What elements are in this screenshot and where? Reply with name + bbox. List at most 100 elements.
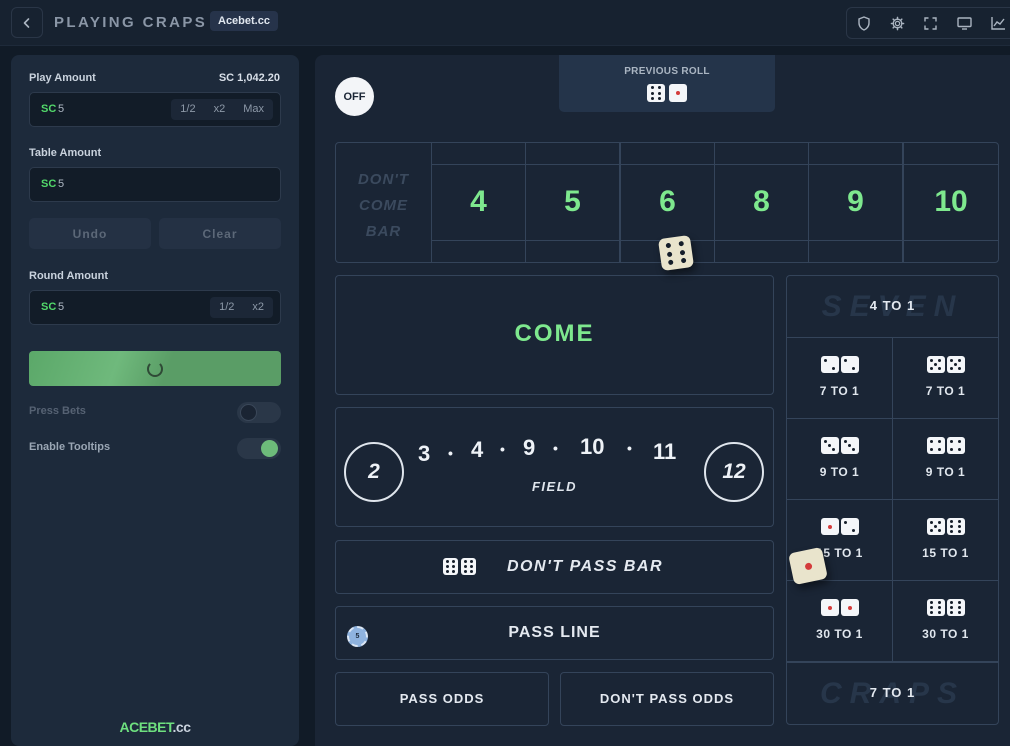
round-amount-label: Round Amount bbox=[29, 270, 109, 282]
stats-button[interactable] bbox=[981, 8, 1010, 38]
rolling-die bbox=[657, 234, 695, 272]
max-button[interactable]: Max bbox=[234, 99, 273, 120]
place-bet-4[interactable]: 4 bbox=[431, 142, 526, 263]
proposition-bet[interactable]: 30 TO 1 bbox=[786, 580, 893, 662]
payout-label: 30 TO 1 bbox=[922, 627, 969, 641]
fullscreen-icon bbox=[924, 16, 938, 30]
buy-band[interactable] bbox=[526, 143, 619, 165]
die-face-5-icon bbox=[926, 518, 945, 535]
payout-label: 9 TO 1 bbox=[925, 465, 966, 479]
dont-come-bar-bet[interactable]: DON'T COME BAR bbox=[335, 142, 432, 263]
die-face-1-icon bbox=[820, 518, 839, 535]
dice-pair bbox=[893, 437, 998, 454]
double-button[interactable]: x2 bbox=[243, 297, 273, 318]
bet-chip[interactable]: 5 bbox=[347, 626, 368, 647]
round-amount-input[interactable]: SC 5 1/2 x2 bbox=[29, 290, 281, 325]
press-bets-toggle[interactable] bbox=[237, 402, 281, 423]
undo-button[interactable]: Undo bbox=[29, 218, 151, 249]
buy-band[interactable] bbox=[432, 143, 525, 165]
die-face-6-icon bbox=[443, 558, 458, 575]
press-bets-label: Press Bets bbox=[29, 405, 86, 417]
bet-controls-panel: Play Amount SC 1,042.20 SC 5 1/2 x2 Max … bbox=[11, 55, 299, 746]
tooltips-label: Enable Tooltips bbox=[29, 441, 111, 453]
pass-line-bet[interactable]: PASS LINE bbox=[335, 606, 774, 660]
fullscreen-button[interactable] bbox=[914, 8, 948, 38]
buy-band[interactable] bbox=[809, 143, 902, 165]
fairness-button[interactable] bbox=[847, 8, 881, 38]
place-number: 8 bbox=[753, 185, 770, 218]
gear-icon bbox=[890, 16, 905, 30]
pass-odds-bet[interactable]: PASS ODDS bbox=[335, 672, 549, 726]
previous-roll-panel: PREVIOUS ROLL bbox=[559, 55, 775, 112]
dice-pair bbox=[787, 518, 892, 535]
buy-band[interactable] bbox=[621, 143, 714, 165]
currency-label: SC bbox=[41, 103, 57, 115]
proposition-bet[interactable]: 7 TO 1 bbox=[892, 337, 999, 419]
field-dot: • bbox=[553, 440, 558, 456]
die-face-1-icon bbox=[820, 599, 839, 616]
place-bet-5[interactable]: 5 bbox=[525, 142, 620, 263]
die-face-6-icon bbox=[461, 558, 476, 575]
field-label: FIELD bbox=[531, 479, 578, 494]
buy-band[interactable] bbox=[715, 143, 808, 165]
clear-button[interactable]: Clear bbox=[159, 218, 281, 249]
buy-band[interactable] bbox=[904, 143, 998, 165]
dice-pair bbox=[787, 356, 892, 373]
half-button[interactable]: 1/2 bbox=[210, 297, 243, 318]
payout-label: 9 TO 1 bbox=[819, 465, 860, 479]
lay-band[interactable] bbox=[432, 240, 525, 262]
loading-spinner-icon bbox=[147, 360, 163, 377]
previous-roll-dice bbox=[559, 84, 775, 102]
dice-pair bbox=[893, 356, 998, 373]
dont-pass-dice bbox=[146, 558, 773, 575]
toolbar bbox=[846, 7, 1010, 39]
dont-pass-bar-bet[interactable]: DON'T PASS BAR bbox=[335, 540, 774, 594]
tooltips-toggle[interactable] bbox=[237, 438, 281, 459]
craps-payout: 7 TO 1 bbox=[869, 685, 916, 700]
play-amount-input[interactable]: SC 5 1/2 x2 Max bbox=[29, 92, 281, 127]
currency-label: SC bbox=[41, 178, 57, 190]
dice-pair bbox=[893, 599, 998, 616]
double-button[interactable]: x2 bbox=[205, 99, 235, 120]
proposition-bet[interactable]: 9 TO 1 bbox=[786, 418, 893, 500]
half-button[interactable]: 1/2 bbox=[171, 99, 204, 120]
proposition-bet[interactable]: 15 TO 1 bbox=[892, 499, 999, 581]
come-bet[interactable]: COME bbox=[335, 275, 774, 395]
die-face-2-icon bbox=[820, 356, 839, 373]
dont-pass-odds-bet[interactable]: DON'T PASS ODDS bbox=[560, 672, 774, 726]
die-face-6-icon bbox=[926, 599, 945, 616]
monitor-icon bbox=[957, 16, 972, 30]
proposition-bet[interactable]: 7 TO 1 bbox=[786, 337, 893, 419]
settings-button[interactable] bbox=[881, 8, 915, 38]
shield-icon bbox=[858, 15, 870, 31]
chart-icon bbox=[990, 17, 1005, 30]
lay-band[interactable] bbox=[715, 240, 808, 262]
lay-band[interactable] bbox=[809, 240, 902, 262]
proposition-bet[interactable]: 30 TO 1 bbox=[892, 580, 999, 662]
die-face-4-icon bbox=[926, 437, 945, 454]
dice-pair bbox=[893, 518, 998, 535]
round-amount-value: 5 bbox=[58, 301, 65, 313]
place-bet-8[interactable]: 8 bbox=[714, 142, 809, 263]
off-puck: OFF bbox=[335, 77, 374, 116]
back-button[interactable] bbox=[11, 7, 43, 38]
theatre-mode-button[interactable] bbox=[948, 8, 982, 38]
lay-band[interactable] bbox=[904, 240, 998, 262]
roll-button[interactable] bbox=[29, 351, 281, 386]
toggle-knob bbox=[261, 440, 278, 457]
place-bet-9[interactable]: 9 bbox=[808, 142, 903, 263]
proposition-bet[interactable]: 9 TO 1 bbox=[892, 418, 999, 500]
die-face-2-icon bbox=[840, 518, 859, 535]
any-craps-bet[interactable]: CRAPS 7 TO 1 bbox=[786, 662, 999, 725]
page-title: PLAYING CRAPS bbox=[54, 14, 208, 31]
dont-pass-bar-label: DON'T PASS BAR bbox=[507, 558, 664, 575]
toggle-knob bbox=[240, 404, 257, 421]
place-bet-10[interactable]: 10 bbox=[903, 142, 999, 263]
any-seven-bet[interactable]: SEVEN 4 TO 1 bbox=[786, 275, 999, 338]
back-icon bbox=[23, 17, 30, 28]
die-face-6-icon bbox=[658, 235, 694, 271]
field-number: 4 bbox=[471, 437, 484, 462]
die-face-6-icon bbox=[647, 84, 665, 102]
play-amount-modifiers: 1/2 x2 Max bbox=[171, 99, 273, 120]
lay-band[interactable] bbox=[526, 240, 619, 262]
